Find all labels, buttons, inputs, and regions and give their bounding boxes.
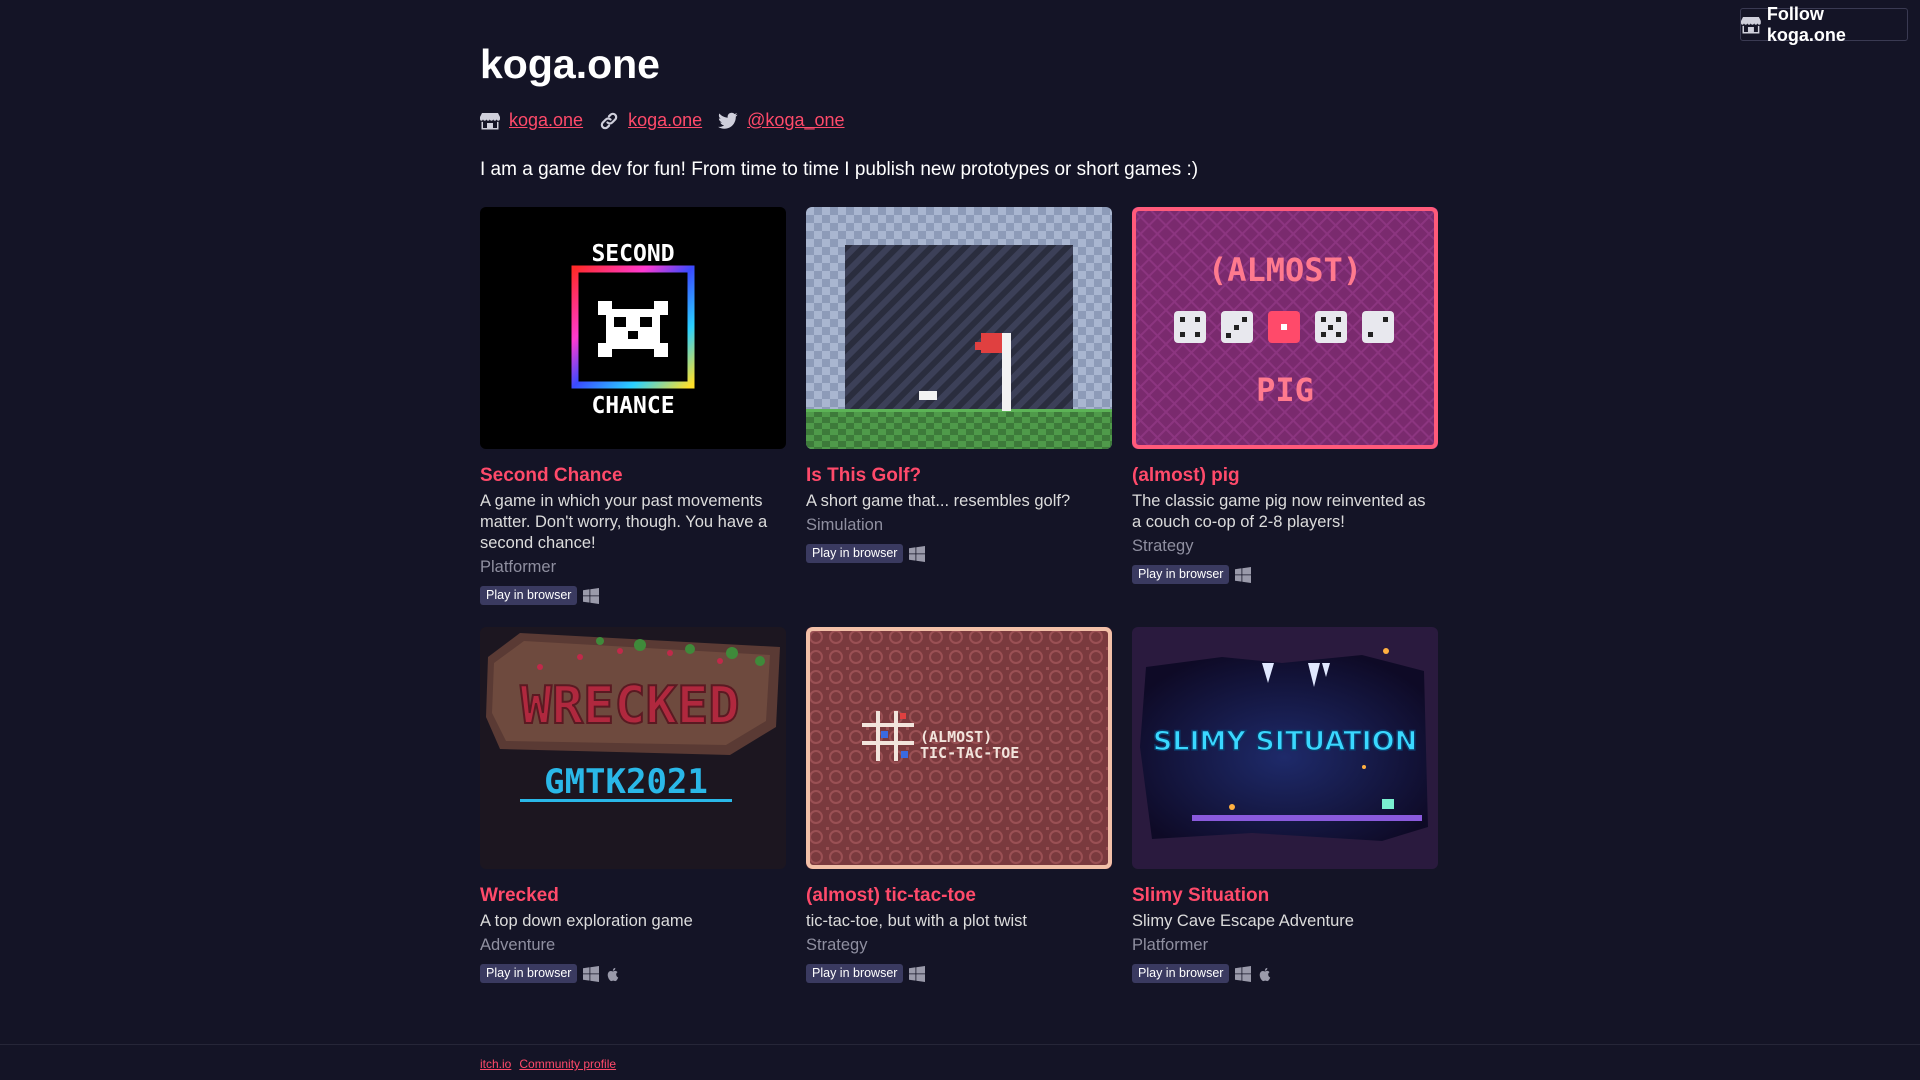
cover-title-bottom: PIG — [1256, 371, 1314, 409]
game-cell: Is This Golf? A short game that... resem… — [806, 207, 1112, 605]
cover-title-top: SLIMY SITUATION — [1153, 726, 1417, 757]
follow-button[interactable]: Follow koga.one — [1740, 4, 1908, 45]
profile-description: I am a game dev for fun! From time to ti… — [480, 159, 1199, 180]
game-genre: Strategy — [1132, 537, 1194, 555]
play-in-browser-badge: Play in browser — [806, 964, 904, 983]
footer: itch.io Community profile — [0, 1044, 1920, 1071]
game-title[interactable]: Is This Golf? — [806, 464, 1112, 488]
game-platforms: Play in browser — [1132, 964, 1438, 983]
play-in-browser-badge: Play in browser — [806, 544, 904, 563]
game-platforms: Play in browser — [806, 964, 1112, 983]
game-platforms: Play in browser — [480, 586, 786, 605]
website-link[interactable]: koga.one — [628, 110, 702, 131]
game-description: Slimy Cave Escape Adventure — [1132, 912, 1354, 930]
play-in-browser-badge: Play in browser — [1132, 964, 1230, 983]
cover-title-bottom: TIC-TAC-TOE — [920, 744, 1019, 762]
page-title: koga.one — [480, 41, 660, 87]
play-in-browser-badge: Play in browser — [1132, 565, 1230, 584]
play-in-browser-badge: Play in browser — [480, 964, 578, 983]
store-icon — [480, 112, 500, 130]
windows-icon — [1235, 567, 1251, 583]
cover-title-top: (ALMOST) — [1208, 251, 1362, 289]
profile-link-store: koga.one — [480, 110, 583, 131]
game-grid: SECOND CHANCE Second Chance A game in wh… — [480, 207, 1438, 983]
game-title[interactable]: Slimy Situation — [1132, 884, 1438, 908]
footer-links: itch.io Community profile — [480, 1057, 616, 1071]
game-description: A top down exploration game — [480, 912, 693, 930]
game-cell: WRECKED GMTK2021 Wrecked A top down expl… — [480, 627, 786, 983]
game-genre: Strategy — [806, 936, 868, 954]
game-description: A game in which your past movements matt… — [480, 492, 768, 552]
cover-title-top: WRECKED — [520, 676, 739, 736]
windows-icon — [1235, 966, 1251, 982]
game-platforms: Play in browser — [480, 964, 786, 983]
game-thumbnail-second-chance[interactable]: SECOND CHANCE — [480, 207, 786, 449]
cover-title-bottom: GMTK2021 — [544, 762, 708, 802]
game-platforms: Play in browser — [1132, 565, 1438, 584]
game-description: tic-tac-toe, but with a plot twist — [806, 912, 1028, 930]
game-genre: Adventure — [480, 936, 556, 954]
game-thumbnail-slimy-situation[interactable]: SLIMY SITUATION — [1132, 627, 1438, 869]
game-thumbnail-is-this-golf[interactable] — [806, 207, 1112, 449]
game-cell: (ALMOST) TIC-TAC-TOE (almost) tic-tac-to… — [806, 627, 1112, 983]
game-title[interactable]: (almost) pig — [1132, 464, 1438, 488]
apple-icon — [1257, 966, 1273, 982]
game-description: The classic game pig now reinvented as a… — [1132, 492, 1426, 531]
apple-icon — [605, 966, 621, 982]
windows-icon — [583, 588, 599, 604]
game-thumbnail-almost-pig[interactable]: (ALMOST) PIG — [1132, 207, 1438, 449]
profile-link-website: koga.one — [599, 110, 702, 131]
profile-links: koga.one koga.one @koga_one — [480, 110, 861, 131]
game-cell: (ALMOST) PIG (almost) pig The classic ga… — [1132, 207, 1438, 605]
profile-link-twitter: @koga_one — [718, 110, 845, 131]
game-platforms: Play in browser — [806, 544, 1112, 563]
windows-icon — [583, 966, 599, 982]
cover-title-top: SECOND — [591, 241, 674, 267]
twitter-icon — [718, 112, 738, 130]
game-cell: SLIMY SITUATION Slimy Situation Slimy Ca… — [1132, 627, 1438, 983]
game-genre: Platformer — [1132, 936, 1209, 954]
twitter-link[interactable]: @koga_one — [747, 110, 844, 131]
game-cell: SECOND CHANCE Second Chance A game in wh… — [480, 207, 786, 605]
game-thumbnail-almost-tic-tac-toe[interactable]: (ALMOST) TIC-TAC-TOE — [806, 627, 1112, 869]
link-icon — [599, 112, 619, 130]
windows-icon — [909, 546, 925, 562]
game-title[interactable]: (almost) tic-tac-toe — [806, 884, 1112, 908]
game-genre: Platformer — [480, 558, 557, 576]
follow-button-label: Follow koga.one — [1766, 3, 1846, 45]
store-link[interactable]: koga.one — [509, 110, 583, 131]
footer-link-community-profile[interactable]: Community profile — [519, 1057, 616, 1071]
game-description: A short game that... resembles golf? — [806, 492, 1071, 510]
footer-link-itchio[interactable]: itch.io — [480, 1057, 511, 1071]
play-in-browser-badge: Play in browser — [480, 586, 578, 605]
game-title[interactable]: Wrecked — [480, 884, 786, 908]
store-icon — [1741, 16, 1761, 34]
windows-icon — [909, 966, 925, 982]
game-title[interactable]: Second Chance — [480, 464, 786, 488]
game-genre: Simulation — [806, 516, 884, 534]
cover-title-bottom: CHANCE — [591, 393, 674, 419]
game-thumbnail-wrecked[interactable]: WRECKED GMTK2021 — [480, 627, 786, 869]
